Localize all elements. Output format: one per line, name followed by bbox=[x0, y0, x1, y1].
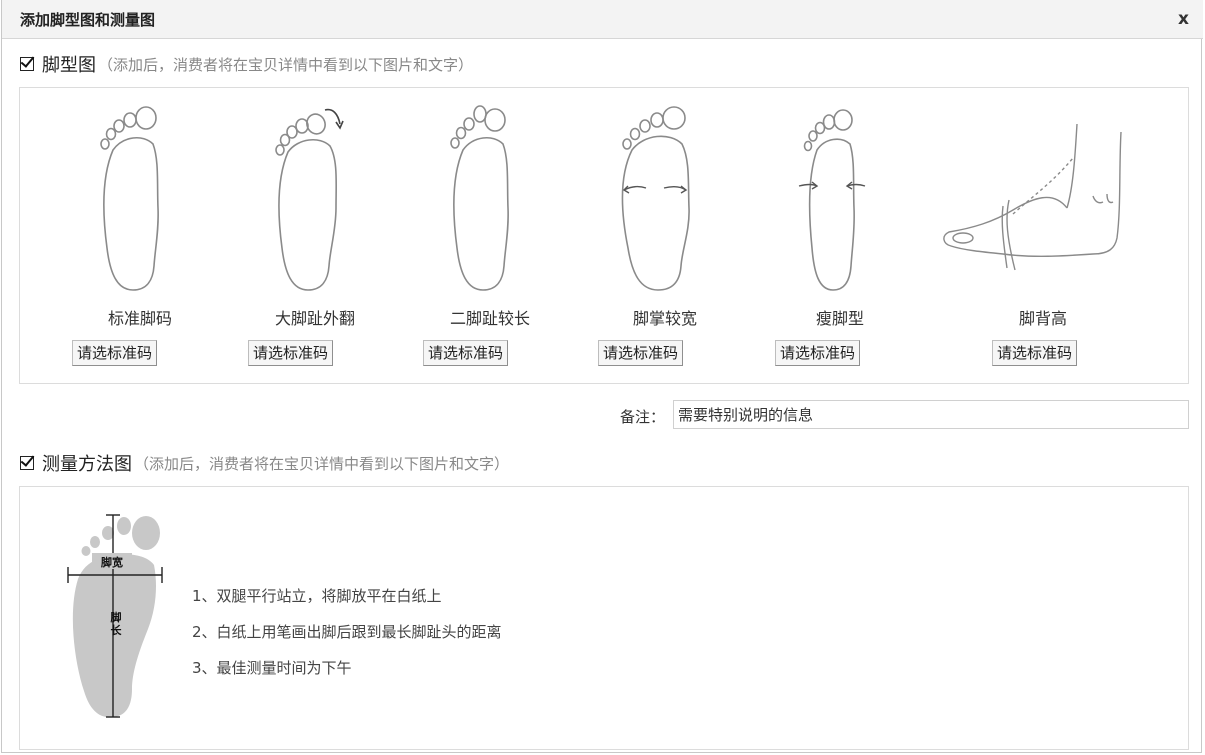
measure-panel: 脚宽 脚长 bbox=[19, 486, 1189, 750]
measure-step: 1、双腿平行站立，将脚放平在白纸上 bbox=[192, 587, 442, 605]
foot-long-toe-image bbox=[450, 105, 509, 291]
standard-size-button[interactable]: 请选标准码 bbox=[775, 340, 861, 366]
foot-width-label: 脚宽 bbox=[101, 555, 123, 569]
foot-type-panel: 标准脚码 请选标准码 大脚趾外翻 请选标准码 二脚趾较长 请选标准码 脚掌较宽 … bbox=[19, 87, 1189, 384]
dialog-title: 添加脚型图和测量图 bbox=[20, 11, 156, 29]
foot-high-instep-image bbox=[943, 123, 1122, 271]
foot-wide-image bbox=[621, 106, 690, 291]
foot-narrow-image bbox=[798, 109, 866, 291]
foot-type-checkbox[interactable] bbox=[20, 57, 34, 71]
remark-input[interactable] bbox=[673, 400, 1189, 429]
foot-type-label: 脚背高 bbox=[1018, 309, 1067, 328]
foot-type-label: 瘦脚型 bbox=[815, 309, 864, 328]
measure-note: （添加后，消费者将在宝贝详情中看到以下图片和文字） bbox=[134, 454, 510, 473]
measure-checkbox[interactable] bbox=[20, 456, 34, 470]
foot-type-header: 脚型图 （添加后，消费者将在宝贝详情中看到以下图片和文字） bbox=[20, 52, 473, 76]
foot-type-label: 脚掌较宽 bbox=[632, 309, 697, 328]
foot-type-label: 大脚趾外翻 bbox=[274, 309, 355, 328]
close-button[interactable]: x bbox=[1178, 9, 1189, 29]
measure-step: 3、最佳测量时间为下午 bbox=[192, 659, 352, 677]
measure-title: 测量方法图 bbox=[42, 454, 132, 475]
measure-header: 测量方法图 （添加后，消费者将在宝贝详情中看到以下图片和文字） bbox=[20, 451, 509, 475]
remark-label: 备注： bbox=[620, 408, 666, 426]
foot-type-label: 二脚趾较长 bbox=[449, 309, 530, 328]
standard-size-button[interactable]: 请选标准码 bbox=[72, 340, 158, 366]
foot-standard-image bbox=[100, 106, 159, 291]
foot-bunion-image bbox=[275, 108, 344, 291]
standard-size-button[interactable]: 请选标准码 bbox=[598, 340, 684, 366]
standard-size-button[interactable]: 请选标准码 bbox=[248, 340, 334, 366]
standard-size-button[interactable]: 请选标准码 bbox=[423, 340, 509, 366]
standard-size-button[interactable]: 请选标准码 bbox=[992, 340, 1078, 366]
foot-length-label: 脚长 bbox=[110, 611, 122, 637]
foot-type-label: 标准脚码 bbox=[107, 309, 172, 328]
dialog: 添加脚型图和测量图 x 脚型图 （添加后，消费者将在宝贝详情中看到以下图片和文字… bbox=[1, 0, 1203, 753]
foot-type-note: （添加后，消费者将在宝贝详情中看到以下图片和文字） bbox=[98, 55, 474, 74]
measure-step: 2、白纸上用笔画出脚后跟到最长脚趾头的距离 bbox=[192, 623, 502, 641]
dialog-titlebar: 添加脚型图和测量图 x bbox=[2, 0, 1203, 39]
foot-type-title: 脚型图 bbox=[42, 55, 96, 76]
